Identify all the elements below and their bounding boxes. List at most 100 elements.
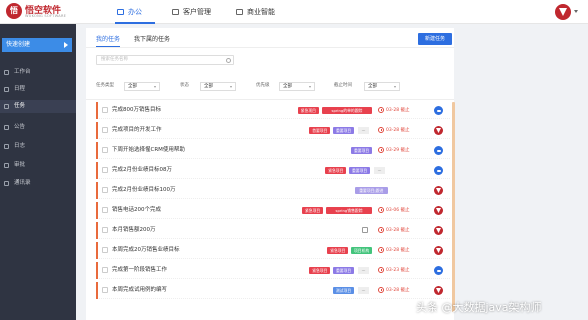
task-tag[interactable]: 重要项目|跟进 [354,187,388,194]
task-tag[interactable]: 首要项目 [309,127,331,134]
task-tag[interactable]: 重要项目 [349,167,370,174]
task-title[interactable]: 完成项目的开发工作 [112,122,162,139]
task-tag[interactable]: 紧急项目 [309,267,331,274]
owner-avatar[interactable] [434,246,443,255]
sidebar-item-contacts[interactable]: 通讯录 [0,177,76,190]
due-date: 03-28 截止 [386,228,410,233]
filter-status-label: 状态 [180,83,189,88]
task-title[interactable]: 完成2月份业绩目标100万 [112,182,176,199]
task-title[interactable]: 下周开始选择惺CRM使用帮助 [112,142,185,159]
sidebar-item-notice[interactable]: 公告 [0,121,76,134]
due-date: 03-28 截止 [386,108,410,113]
filter-deadline-select[interactable]: 全部 [364,82,400,91]
filter-status-select[interactable]: 全部 [200,82,236,91]
task-checkbox[interactable] [102,287,108,293]
sidebar-item-task[interactable]: 任务 [0,100,76,113]
task-row[interactable]: 本周完成20万销售业绩目标 03-28 截止 项目机构 紧急项目 [96,242,450,259]
sidebar-item-label: 任务 [14,103,26,109]
assignee-avatar[interactable] [434,106,443,115]
nav-bi-label: 商业智能 [247,8,275,16]
task-row[interactable]: 本周完成试用例的编写 03-28 截止 … 测试项目 [96,282,450,299]
more-icon[interactable]: … [358,127,369,134]
task-row[interactable]: 完成第一阶段销售工作 03-23 截止 … 重要项目 紧急项目 [96,262,450,279]
filter-type-select[interactable]: 全部 [124,82,160,91]
sidebar-item-approval[interactable]: 审批 [0,159,76,172]
task-checkbox[interactable] [102,187,108,193]
task-title[interactable]: 完成第一阶段销售工作 [112,262,167,279]
more-icon[interactable]: … [358,287,369,294]
task-title[interactable]: 本月销售额200万 [112,222,156,239]
more-icon[interactable]: … [374,167,385,174]
nav-customer[interactable]: 客户管理 [172,0,211,24]
tab-my-tasks[interactable]: 我的任务 [96,34,121,47]
task-tag[interactable]: 紧急项目 [302,207,323,214]
quick-create-button[interactable]: 快速创建 [2,38,72,52]
task-checkbox[interactable] [102,147,108,153]
user-avatar[interactable] [555,4,571,20]
filter-priority-label: 优先级 [256,83,270,88]
task-title[interactable]: 本周完成试用例的编写 [112,282,167,299]
chevron-right-icon [64,42,68,48]
task-checkbox[interactable] [102,107,108,113]
priority-bar [96,222,98,239]
new-task-button[interactable]: 新建任务 [418,33,452,45]
task-title[interactable]: 完成800万销售目标 [112,102,161,119]
nav-customer-label: 客户管理 [183,8,211,16]
owner-avatar[interactable] [434,286,443,295]
task-tag[interactable]: 项目机构 [351,247,372,254]
chevron-down-icon[interactable] [574,10,578,13]
assignee-avatar[interactable] [434,146,443,155]
owner-avatar[interactable] [434,206,443,215]
filter-type-label: 任务类型 [96,83,114,88]
task-tag[interactable]: 紧急项目 [325,167,347,174]
task-tag[interactable]: spring销售跟踪 [326,207,372,214]
task-title[interactable]: 销售电话200个完成 [112,202,161,219]
assignee-avatar[interactable] [434,166,443,175]
nav-office[interactable]: 办公 [117,0,142,24]
owner-avatar[interactable] [434,226,443,235]
task-title[interactable]: 完成2月份业绩目标08万 [112,162,172,179]
task-row[interactable]: 下周开始选择惺CRM使用帮助 03-29 截止 重要项目 [96,142,450,159]
filter-priority-select[interactable]: 全部 [279,82,315,91]
task-tabs: 我的任务 我下属的任务 [96,34,184,47]
task-tag[interactable]: 紧急项目 [298,107,319,114]
task-tag[interactable]: spring的单的跟踪 [321,107,372,114]
task-checkbox[interactable] [102,227,108,233]
task-tag[interactable]: 紧急项目 [327,247,349,254]
tab-subordinate-tasks[interactable]: 我下属的任务 [134,34,170,47]
sidebar-item-label: 日程 [14,86,26,92]
chart-icon [236,9,243,15]
task-row[interactable]: 完成2月份业绩目标100万 重要项目|跟进 [96,182,450,199]
task-tag[interactable]: 重要项目 [333,267,354,274]
task-checkbox[interactable] [102,167,108,173]
task-row[interactable]: 完成项目的开发工作 03-28 截止 … 重要项目 首要项目 [96,122,450,139]
task-title[interactable]: 本周完成20万销售业绩目标 [112,242,180,259]
search-input[interactable]: 搜索任务名称 [96,55,234,65]
approval-icon [4,163,9,168]
task-tag[interactable]: 重要项目 [351,147,372,154]
search-icon[interactable] [226,57,231,63]
scrollbar[interactable] [452,102,455,312]
task-row[interactable]: 完成800万销售目标 03-28 截止 spring的单的跟踪 紧急项目 [96,102,450,119]
clock-icon [378,247,384,253]
task-tag[interactable]: 重要项目 [333,127,354,134]
task-row[interactable]: 完成2月份业绩目标08万 … 重要项目 紧急项目 [96,162,450,179]
nav-bi[interactable]: 商业智能 [236,0,275,24]
task-row[interactable]: 本月销售额200万 03-28 截止 [96,222,450,239]
task-checkbox[interactable] [102,207,108,213]
owner-avatar[interactable] [434,126,443,135]
owner-avatar[interactable] [434,186,443,195]
sidebar-item-log[interactable]: 日志 [0,140,76,153]
task-checkbox[interactable] [102,127,108,133]
more-icon[interactable]: … [358,267,369,274]
task-checkbox[interactable] [102,247,108,253]
task-tag[interactable]: 测试项目 [333,287,354,294]
task-checkbox[interactable] [102,267,108,273]
assignee-avatar[interactable] [434,266,443,275]
brand-subtitle: WUKONG SOFTWARE [25,14,67,18]
sidebar-item-workbench[interactable]: 工作台 [0,66,76,79]
sidebar-item-schedule[interactable]: 日程 [0,83,76,96]
comment-icon[interactable] [362,227,368,233]
task-row[interactable]: 销售电话200个完成 03-06 截止 spring销售跟踪 紧急项目 [96,202,450,219]
watermark: 头条 @大数据java架构师 [416,301,542,314]
